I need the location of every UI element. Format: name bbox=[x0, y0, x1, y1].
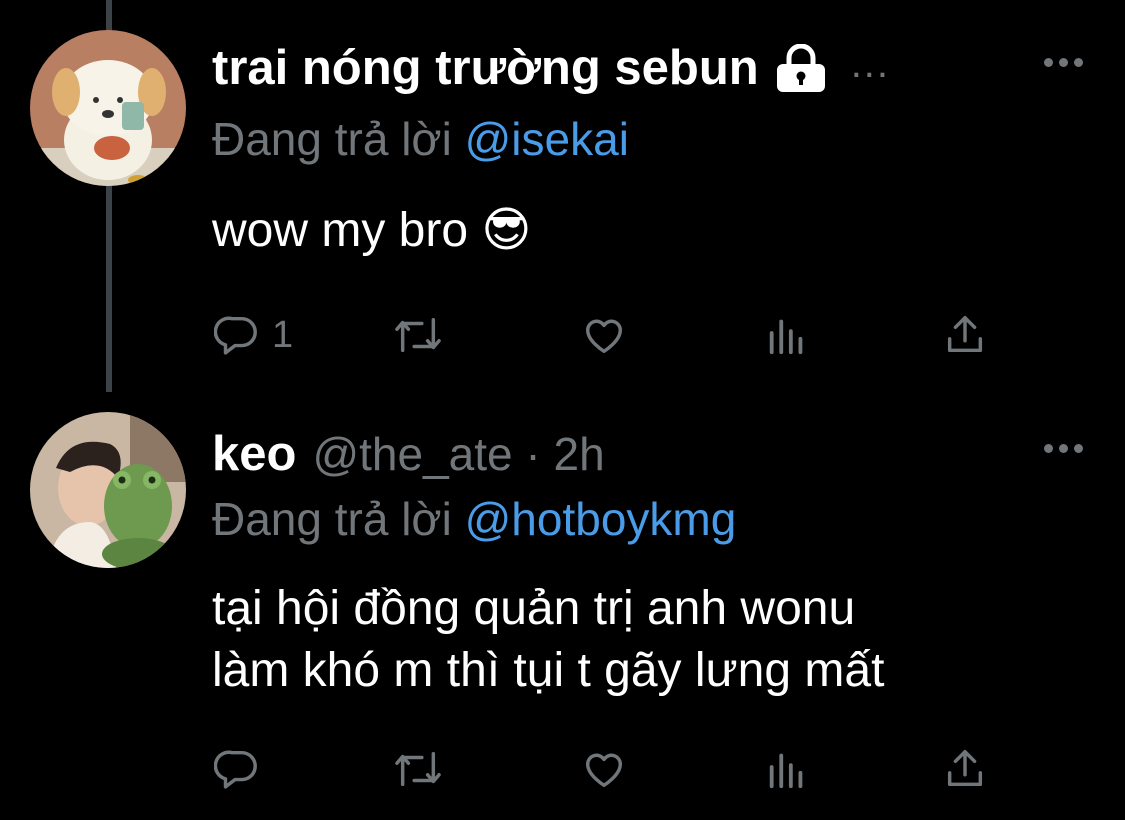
share-icon bbox=[947, 316, 983, 353]
cartoon-dog-avatar-icon bbox=[30, 30, 186, 186]
tweet-2[interactable]: keo @the_ate · 2h Đang trả lời @hotboykm… bbox=[0, 392, 1125, 820]
retweet-icon bbox=[395, 751, 441, 787]
more-icon[interactable] bbox=[1044, 58, 1083, 67]
like-button[interactable] bbox=[580, 312, 628, 358]
more-icon[interactable] bbox=[1044, 444, 1083, 453]
reply-icon bbox=[214, 750, 257, 789]
retweet-icon bbox=[395, 317, 441, 353]
reply-button[interactable] bbox=[214, 746, 260, 792]
retweet-button[interactable] bbox=[390, 312, 446, 358]
display-name[interactable]: keo bbox=[212, 426, 296, 482]
reply-mention-link[interactable]: @isekai bbox=[465, 113, 629, 165]
avatar[interactable] bbox=[30, 30, 186, 186]
tweet-actions: 1 bbox=[212, 312, 1012, 362]
tweet-text-line-2: làm khó m thì tụi t gãy lưng mất bbox=[212, 644, 885, 697]
like-icon bbox=[585, 753, 623, 788]
tweet-header: trai nóng trường sebun ... bbox=[212, 40, 890, 96]
retweet-button[interactable] bbox=[390, 746, 446, 792]
handle-and-time[interactable]: @the_ate · 2h bbox=[312, 427, 604, 481]
replying-to: Đang trả lời @hotboykmg bbox=[212, 492, 736, 546]
like-button[interactable] bbox=[580, 746, 628, 792]
tweet-text-line-1: tại hội đồng quản trị anh wonu bbox=[212, 582, 856, 635]
like-icon bbox=[585, 319, 623, 354]
share-icon bbox=[947, 750, 983, 787]
replying-to: Đang trả lời @isekai bbox=[212, 112, 629, 166]
display-name[interactable]: trai nóng trường sebun bbox=[212, 40, 759, 96]
reply-button[interactable]: 1 bbox=[214, 312, 293, 358]
reply-icon bbox=[214, 316, 257, 355]
tweet-text: tại hội đồng quản trị anh wonu làm khó m… bbox=[212, 578, 1092, 702]
share-button[interactable] bbox=[942, 746, 988, 792]
tweet-1[interactable]: trai nóng trường sebun ... Đang trả lời … bbox=[0, 0, 1125, 392]
tweet-text: wow my bro 😎 bbox=[212, 204, 532, 257]
views-button[interactable] bbox=[764, 746, 810, 792]
photo-person-with-frog-avatar-icon bbox=[30, 412, 186, 568]
reply-prefix: Đang trả lời bbox=[212, 493, 452, 545]
reply-mention-link[interactable]: @hotboykmg bbox=[465, 493, 737, 545]
share-button[interactable] bbox=[942, 312, 988, 358]
reply-prefix: Đang trả lời bbox=[212, 113, 452, 165]
tweet-actions bbox=[212, 746, 1012, 796]
name-truncation: ... bbox=[850, 41, 891, 86]
views-button[interactable] bbox=[764, 312, 810, 358]
avatar[interactable] bbox=[30, 412, 186, 568]
lock-icon bbox=[773, 44, 829, 92]
tweet-header: keo @the_ate · 2h bbox=[212, 426, 605, 482]
views-icon bbox=[769, 319, 803, 355]
views-icon bbox=[769, 753, 803, 789]
reply-count: 1 bbox=[272, 313, 294, 356]
